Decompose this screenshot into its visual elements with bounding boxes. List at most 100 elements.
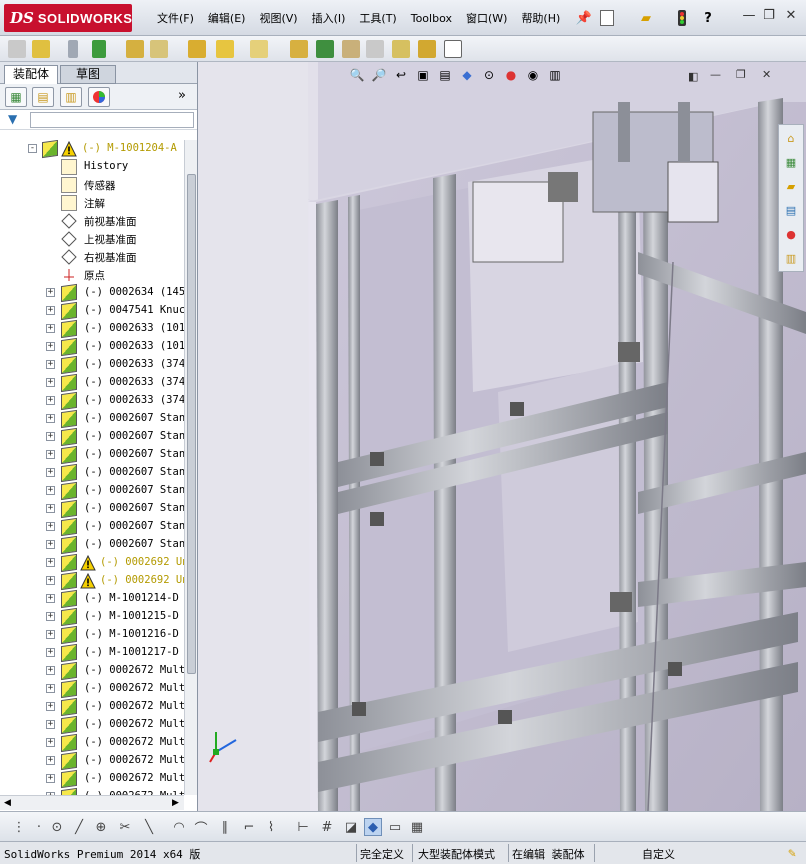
interference-detection-icon[interactable] (392, 40, 410, 58)
view-palette-icon[interactable]: ▤ (782, 201, 800, 219)
menu-edit[interactable]: 编辑(E) (201, 10, 253, 28)
restore-button[interactable]: ❐ (760, 8, 778, 24)
tree-item[interactable]: +(-) 0002672 Multi (0, 661, 184, 681)
tree-item[interactable]: + (-) 0002633 (1012 (0, 319, 184, 339)
tree-item[interactable]: 原点 (0, 266, 184, 284)
filter-input[interactable] (30, 112, 194, 128)
expand-icon[interactable]: + (46, 342, 55, 351)
menu-view[interactable]: 视图(V) (252, 10, 304, 28)
expand-icon[interactable]: + (46, 468, 55, 477)
help-icon[interactable]: ? (700, 10, 716, 26)
smart-dimension-icon[interactable]: ⊢ (294, 818, 312, 836)
insert-component-icon[interactable] (8, 40, 26, 58)
point-icon[interactable]: · (30, 818, 48, 836)
tree-item[interactable]: + (-) 0002633 (374m (0, 391, 184, 411)
view-settings-icon[interactable]: ▥ (546, 66, 564, 84)
new-motion-study-icon[interactable] (290, 40, 308, 58)
tree-item[interactable]: +(-) 0002672 Multi (0, 733, 184, 753)
custom-properties-icon[interactable]: ▥ (782, 249, 800, 267)
edit-appearance-icon[interactable]: ● (502, 66, 520, 84)
tree-item[interactable]: + (-) 0002607 Stand (0, 463, 184, 483)
hidden-lines-icon[interactable]: ▭ (386, 818, 404, 836)
rebuild-traffic-light-icon[interactable] (674, 10, 690, 26)
reference-geometry-icon[interactable] (250, 40, 268, 58)
spline-icon[interactable]: ⌇ (262, 818, 280, 836)
tree-item[interactable]: +(-) 0002672 Multi (0, 787, 184, 795)
expand-icon[interactable]: + (46, 756, 55, 765)
instant3d-icon[interactable] (444, 40, 462, 58)
tree-item[interactable]: + (-) 0002692 Un (0, 553, 184, 573)
tab-sketch[interactable]: 草图 (60, 65, 116, 84)
tree-item[interactable]: +(-) 0002672 Multi (0, 715, 184, 735)
tree-item[interactable]: +(-) 0002672 Multi (0, 769, 184, 789)
tree-item[interactable]: + (-) 0002692 Un (0, 571, 184, 591)
tree-item[interactable]: + (-) 0002607 Stand (0, 445, 184, 465)
view-orientation-icon[interactable]: ▤ (436, 66, 454, 84)
sketch-icon[interactable]: ◪ (342, 818, 360, 836)
tree-horizontal-scrollbar[interactable]: ◀ ▶ (0, 795, 184, 810)
status-units[interactable]: 自定义 (642, 846, 675, 862)
display-manager-icon[interactable] (88, 87, 110, 107)
hide-show-items-icon[interactable]: ⊙ (480, 66, 498, 84)
menu-window[interactable]: 窗口(W) (459, 10, 514, 28)
tree-item[interactable]: + (-) 0047541 Knuck (0, 301, 184, 321)
exploded-view-icon[interactable] (342, 40, 360, 58)
construction-line-icon[interactable]: ╲ (140, 818, 158, 836)
tree-item[interactable]: + (-) 0002607 Stand (0, 409, 184, 429)
move-component-icon[interactable] (150, 40, 168, 58)
pin-icon[interactable]: 📌 (576, 10, 592, 26)
expand-icon[interactable]: + (46, 396, 55, 405)
solidworks-logo[interactable]: DS SOLIDWORKS (4, 4, 132, 32)
tree-item[interactable]: + (-) M-1001214-D ( (0, 589, 184, 609)
tree-item[interactable]: + (-) M-1001217-D ( (0, 643, 184, 663)
rebuild-status-icon[interactable]: ✎ (784, 845, 800, 861)
corner-rectangle-icon[interactable]: ⌐ (240, 818, 258, 836)
grid-icon[interactable]: # (318, 818, 336, 836)
close-button[interactable]: ✕ (782, 8, 800, 24)
expand-icon[interactable]: + (46, 360, 55, 369)
circle-icon[interactable]: ⊙ (48, 818, 66, 836)
expand-icon[interactable]: + (46, 306, 55, 315)
tree-item[interactable]: + (-) M-1001215-D ( (0, 607, 184, 627)
tree-item[interactable]: 上视基准面 (0, 230, 184, 248)
expand-icon[interactable]: + (46, 774, 55, 783)
tree-item[interactable]: + (-) 0002633 (374m (0, 373, 184, 393)
section-view-icon[interactable]: ▣ (414, 66, 432, 84)
tree-item[interactable]: History (0, 158, 184, 176)
tree-item[interactable]: + (-) 0002607 Stand (0, 535, 184, 555)
design-library-icon[interactable]: ▦ (782, 153, 800, 171)
center-point-icon[interactable]: ⊕ (92, 818, 110, 836)
bill-of-materials-icon[interactable] (316, 40, 334, 58)
tree-item[interactable]: +(-) 0002672 Multi (0, 697, 184, 717)
tab-assembly[interactable]: 装配体 (4, 65, 59, 84)
expand-icon[interactable]: + (46, 414, 55, 423)
scroll-right-icon[interactable]: ▶ (172, 798, 179, 808)
tree-item[interactable]: + (-) 0002607 Stand (0, 499, 184, 519)
more-tabs-icon[interactable]: » (178, 88, 186, 103)
expand-icon[interactable]: + (46, 324, 55, 333)
expand-icon[interactable]: + (46, 540, 55, 549)
expand-icon[interactable]: + (46, 648, 55, 657)
tree-root[interactable]: - (-) M-1001204-A ( (0, 140, 184, 159)
scroll-left-icon[interactable]: ◀ (4, 798, 11, 808)
expand-icon[interactable]: + (46, 378, 55, 387)
expand-icon[interactable]: + (46, 612, 55, 621)
tree-item[interactable]: + (-) 0002607 Stand (0, 517, 184, 537)
apply-scene-icon[interactable]: ◉ (524, 66, 542, 84)
mate-icon[interactable] (68, 40, 78, 58)
parallel-icon[interactable]: ∥ (216, 818, 234, 836)
tree-item[interactable]: + (-) 0002607 Stand (0, 427, 184, 447)
menu-insert[interactable]: 插入(I) (305, 10, 353, 28)
tree-item[interactable]: + (-) 0002634 (1450 (0, 283, 184, 303)
new-document-icon[interactable] (600, 10, 614, 26)
zoom-to-fit-icon[interactable]: 🔍 (348, 66, 366, 84)
expand-icon[interactable]: + (46, 576, 55, 585)
tree-item[interactable]: + (-) 0002633 (374m (0, 355, 184, 375)
previous-view-icon[interactable]: ↩ (392, 66, 410, 84)
tree-item[interactable]: + (-) 0002633 (1012 (0, 337, 184, 357)
expand-icon[interactable]: + (46, 702, 55, 711)
expand-icon[interactable]: + (46, 558, 55, 567)
explode-line-sketch-icon[interactable] (366, 40, 384, 58)
expand-icon[interactable]: + (46, 450, 55, 459)
display-style-icon[interactable]: ◆ (458, 66, 476, 84)
